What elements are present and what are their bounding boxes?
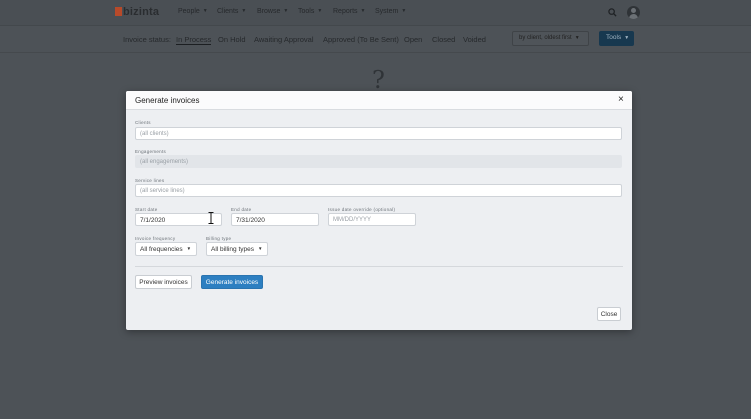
invoice-frequency-label: Invoice frequency <box>135 236 176 241</box>
chevron-down-icon: ▼ <box>202 8 208 14</box>
logo-mark-icon <box>115 7 122 16</box>
close-button[interactable]: Close <box>597 307 621 321</box>
nav-browse[interactable]: Browse ▼ <box>257 8 288 15</box>
issue-date-label: Issue date override (optional) <box>328 207 396 212</box>
nav-clients[interactable]: Clients ▼ <box>217 8 246 15</box>
end-date-label: End date <box>231 207 252 212</box>
chevron-down-icon: ▼ <box>258 246 263 251</box>
preview-invoices-button[interactable]: Preview invoices <box>135 275 192 289</box>
nav-tools[interactable]: Tools ▼ <box>298 8 322 15</box>
engagements-input: (all engagements) <box>135 155 622 168</box>
end-date-input[interactable]: 7/31/2020 <box>231 213 319 226</box>
nav-people[interactable]: People ▼ <box>178 8 208 15</box>
search-icon[interactable] <box>608 8 617 17</box>
tab-approved[interactable]: Approved (To Be Sent) <box>323 35 399 44</box>
chevron-down-icon: ▼ <box>241 8 247 14</box>
nav-reports[interactable]: Reports ▼ <box>333 8 365 15</box>
chevron-down-icon: ▼ <box>624 35 630 41</box>
generate-invoices-dialog: Generate invoices × Clients (all clients… <box>126 91 632 330</box>
chevron-down-icon: ▼ <box>186 246 192 251</box>
close-icon[interactable]: × <box>618 94 624 105</box>
tab-voided[interactable]: Voided <box>463 35 486 44</box>
app-logo[interactable]: bizinta <box>115 6 159 18</box>
start-date-label: Start date <box>135 207 158 212</box>
billing-type-select[interactable]: All billing types ▼ <box>206 242 268 256</box>
tab-awaiting-approval[interactable]: Awaiting Approval <box>254 35 313 44</box>
dialog-divider <box>135 266 623 267</box>
chevron-down-icon: ▼ <box>401 8 407 14</box>
tab-in-process[interactable]: In Process <box>176 35 212 45</box>
chevron-down-icon: ▼ <box>574 35 580 41</box>
tab-on-hold[interactable]: On Hold <box>218 35 246 44</box>
service-lines-input[interactable]: (all service lines) <box>135 184 622 197</box>
tools-button[interactable]: Tools ▼ <box>599 31 634 46</box>
tab-closed[interactable]: Closed <box>432 35 455 44</box>
chevron-down-icon: ▼ <box>283 8 289 14</box>
user-avatar-icon[interactable] <box>627 6 640 19</box>
tab-open[interactable]: Open <box>404 35 422 44</box>
billing-type-label: Billing type <box>206 236 232 241</box>
chevron-down-icon: ▼ <box>317 8 323 14</box>
clients-label: Clients <box>135 120 151 125</box>
generate-invoices-button[interactable]: Generate invoices <box>201 275 263 289</box>
dialog-header: Generate invoices × <box>126 91 632 110</box>
sort-select[interactable]: by client, oldest first ▼ <box>512 31 589 46</box>
service-lines-label: Service lines <box>135 178 165 183</box>
invoice-status-label: Invoice status: <box>123 35 171 44</box>
clients-input[interactable]: (all clients) <box>135 127 622 140</box>
invoice-frequency-select[interactable]: All frequencies ▼ <box>135 242 197 256</box>
chevron-down-icon: ▼ <box>360 8 366 14</box>
nav-system[interactable]: System ▼ <box>375 8 406 15</box>
dialog-title: Generate invoices <box>135 96 200 105</box>
top-navbar: bizinta People ▼ Clients ▼ Browse ▼ Tools ▼ … <box>0 0 751 26</box>
issue-date-input[interactable]: MM/DD/YYYY <box>328 213 416 226</box>
text-cursor-icon <box>208 212 214 224</box>
empty-state-icon: ? <box>372 66 385 94</box>
engagements-label: Engagements <box>135 149 167 154</box>
